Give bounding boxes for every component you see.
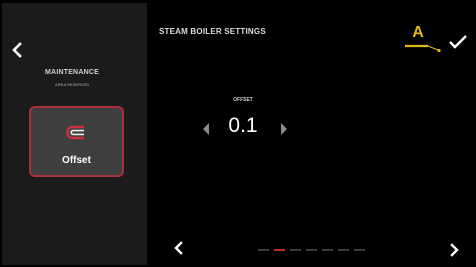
sidebar: MAINTENANCE AREA RESERVED Offset <box>2 3 147 265</box>
sidebar-subtitle: AREA RESERVED <box>54 82 90 87</box>
page-dot <box>306 249 317 251</box>
offset-icon <box>66 125 84 140</box>
parameter-value: 0.1 <box>228 114 258 137</box>
page-dot <box>354 249 365 251</box>
page-dot <box>338 249 349 251</box>
page-dot <box>322 249 333 251</box>
increase-arrow-icon[interactable] <box>278 121 290 137</box>
page-dot <box>290 249 301 251</box>
screen-title: STEAM BOILER SETTINGS <box>159 27 266 36</box>
offset-tile[interactable]: Offset <box>29 106 124 177</box>
previous-page-icon[interactable] <box>173 240 185 256</box>
decrease-arrow-icon[interactable] <box>200 121 212 137</box>
checkmark-icon[interactable] <box>448 33 468 50</box>
annotation-pointer-line <box>405 44 441 53</box>
next-page-icon[interactable] <box>448 242 460 258</box>
chevron-left-icon[interactable] <box>8 39 26 61</box>
page-dot <box>258 249 269 251</box>
page-dot-active <box>274 249 285 251</box>
offset-tile-label: Offset <box>62 155 91 166</box>
annotation-marker: A <box>404 25 442 53</box>
parameter-label: OFFSET <box>233 97 253 103</box>
annotation-letter: A <box>412 24 424 41</box>
steam-boiler-settings-screen: MAINTENANCE AREA RESERVED Offset STEAM B… <box>0 0 476 267</box>
sidebar-title: MAINTENANCE <box>45 69 99 76</box>
